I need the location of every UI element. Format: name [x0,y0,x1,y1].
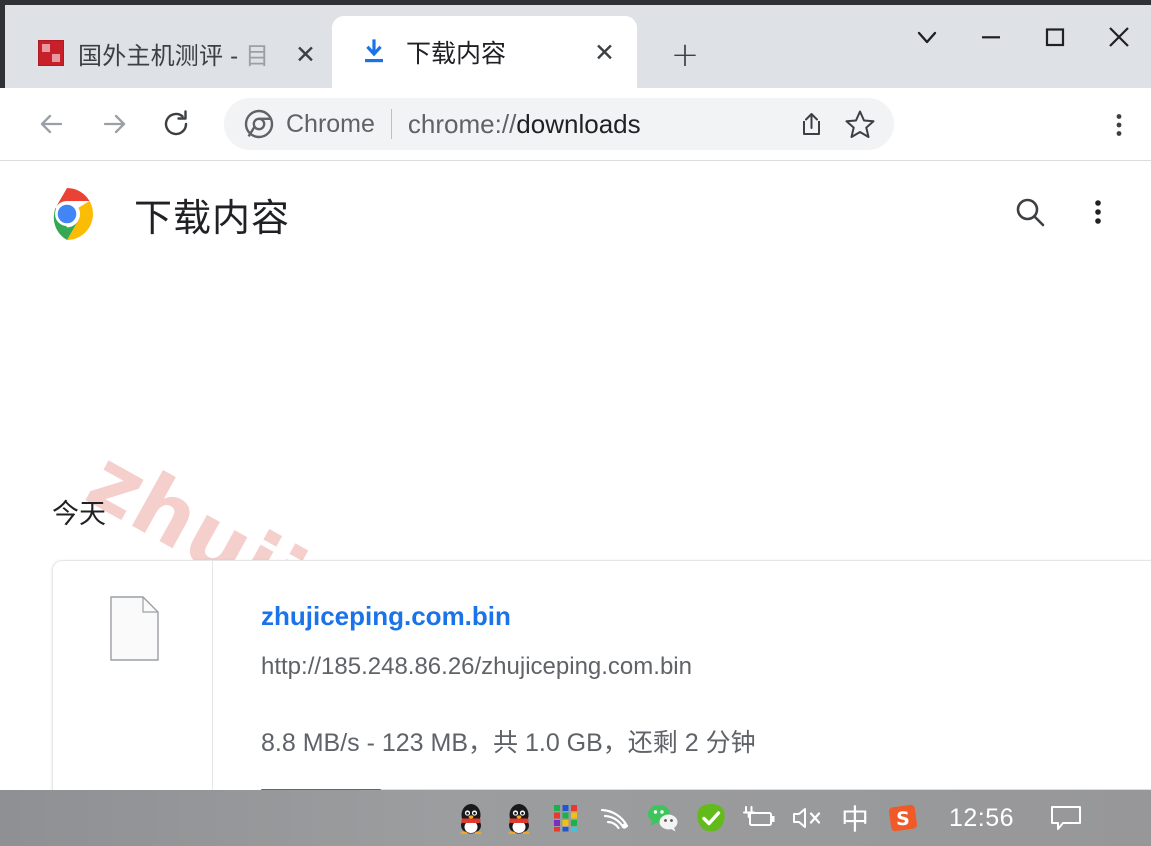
ime-label: 中 [840,803,869,836]
downloads-date-section-label: 今天 [52,499,106,529]
generic-file-icon [110,596,159,661]
tab-search-button[interactable] [895,5,959,69]
taskbar-clock[interactable]: 12:56 [949,804,1014,833]
url-path: downloads [516,108,641,139]
color-grid-icon[interactable] [543,790,591,846]
minimize-button[interactable] [959,5,1023,69]
download-filename-link[interactable]: zhujiceping.com.bin [261,601,511,632]
wechat-icon[interactable] [639,790,687,846]
battery-charging-icon[interactable] [735,790,783,846]
share-icon[interactable] [796,109,826,139]
ime-indicator[interactable]: 中 [831,790,879,846]
window-left-edge [0,0,5,88]
tab-label-truncated: 目 [245,42,268,70]
forward-arrow-icon[interactable] [88,98,140,150]
page-title: 下载内容 [134,197,291,240]
downloads-header: 下载内容 [0,162,1151,266]
kebab-menu-icon [1116,113,1122,136]
browser-window: 国外主机测评 - 目 ✕ 下载内容 ✕ + Chrome chrome://do… [0,0,1151,846]
tab-close-icon[interactable]: ✕ [594,40,615,65]
tab-label: 下载内容 [406,40,507,68]
chrome-chip: Chrome [244,109,375,139]
address-bar[interactable]: Chrome chrome://downloads [224,98,894,150]
tab-close-icon[interactable]: ✕ [295,42,316,67]
downloads-page: zhujiceping.com 下载内容 [0,162,1151,790]
address-bar-url: chrome://downloads [408,109,778,140]
maximize-button[interactable] [1023,5,1087,69]
reload-icon[interactable] [150,98,202,150]
star-icon[interactable] [844,108,876,140]
windows-taskbar: 中 S 12:56 [0,790,1151,846]
tab-downloads[interactable]: 下载内容 ✕ [332,16,637,88]
kebab-menu-icon[interactable] [1085,197,1111,232]
volume-muted-icon[interactable] [783,790,831,846]
card-divider [212,561,213,790]
wifi-icon[interactable] [591,790,639,846]
browser-toolbar: Chrome chrome://downloads [0,88,1151,161]
system-tray: 中 S 12:56 [447,790,1090,846]
download-status-text: 8.8 MB/s - 123 MB，共 1.0 GB，还剩 2 分钟 [261,729,756,757]
qq-icon-2[interactable] [495,790,543,846]
omnibox-separator [390,109,392,139]
security-shield-icon[interactable] [687,790,735,846]
chrome-logo [40,187,94,241]
qq-icon[interactable] [447,790,495,846]
download-item-card: zhujiceping.com.bin http://185.248.86.26… [52,560,1151,790]
chrome-chip-label: Chrome [286,109,375,138]
chrome-logo-gray-icon [244,109,274,139]
download-icon [362,39,386,65]
downloads-header-actions [1013,162,1129,266]
svg-text:S: S [896,808,910,830]
url-scheme: chrome:// [407,108,517,139]
back-arrow-icon[interactable] [26,98,78,150]
tab-guowai-zhuji-ceping[interactable]: 国外主机测评 - 目 ✕ [18,22,330,84]
sogou-input-icon[interactable]: S [879,790,927,846]
search-icon[interactable] [1013,195,1047,234]
download-source-url: http://185.248.86.26/zhujiceping.com.bin [261,653,692,680]
new-tab-button[interactable]: + [664,34,706,76]
browser-menu-button[interactable] [1095,88,1143,161]
seal-stamp-favicon [38,40,64,66]
tab-label: 国外主机测评 - 目 [78,42,268,70]
close-button[interactable] [1087,5,1151,69]
notification-icon[interactable] [1042,790,1090,846]
window-controls [895,5,1151,69]
